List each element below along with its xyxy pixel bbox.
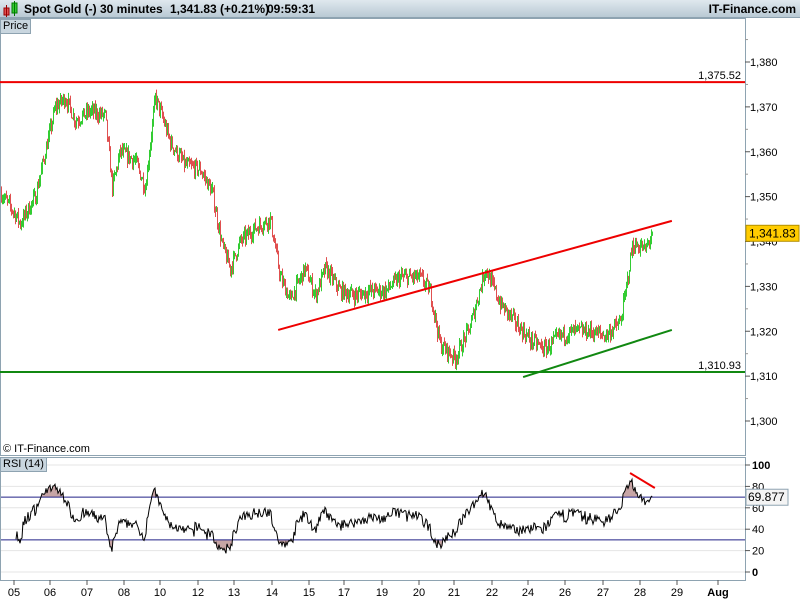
x-tick-label: 19 [376, 587, 388, 599]
rsi-tick-label: 100 [752, 460, 770, 472]
x-tick-label: 29 [671, 587, 683, 599]
chart-canvas[interactable]: 1,3001,3101,3201,3301,3401,3501,3601,370… [0, 0, 800, 600]
price-tick-label: 1,300 [750, 416, 778, 428]
level-label: 1,375.52 [698, 70, 741, 82]
price-tick-label: 1,370 [750, 102, 778, 114]
x-tick-label: 20 [413, 587, 425, 599]
price-tick-label: 1,380 [750, 57, 778, 69]
x-tick-label: 21 [448, 587, 460, 599]
rsi-trendline [629, 472, 656, 489]
x-tick-label: Aug [707, 587, 728, 599]
x-tick-label: 22 [486, 587, 498, 599]
price-tick-label: 1,330 [750, 281, 778, 293]
x-tick-label: 05 [8, 587, 20, 599]
level-label: 1,310.93 [698, 360, 741, 372]
rsi-panel-label: RSI (14) [0, 457, 47, 472]
x-tick-label: 28 [634, 587, 646, 599]
x-tick-label: 08 [118, 587, 130, 599]
price-tick-label: 1,350 [750, 192, 778, 204]
x-tick-label: 06 [44, 587, 56, 599]
candles [1, 89, 653, 371]
price-panel-label: Price [0, 19, 32, 34]
price-tick-label: 1,320 [750, 326, 778, 338]
x-tick-label: 26 [559, 587, 571, 599]
rsi-tick-label: 0 [752, 567, 758, 579]
x-tick-label: 15 [303, 587, 315, 599]
x-tick-label: 10 [154, 587, 166, 599]
x-tick-label: 12 [192, 587, 204, 599]
x-tick-label: 13 [228, 587, 240, 599]
copyright: © IT-Finance.com [3, 443, 90, 455]
price-tick-label: 1,360 [750, 147, 778, 159]
price-tick-label: 1,310 [750, 371, 778, 383]
rsi-tick-label: 20 [752, 546, 764, 558]
last-price-value: 1,341.83 [749, 226, 796, 240]
x-tick-label: 07 [81, 587, 93, 599]
price-panel-frame [0, 18, 746, 456]
x-tick-label: 27 [597, 587, 609, 599]
last-rsi-value: 69.877 [748, 490, 785, 504]
x-tick-label: 17 [338, 587, 350, 599]
rsi-tick-label: 40 [752, 524, 764, 536]
x-tick-label: 14 [266, 587, 278, 599]
x-tick-label: 24 [522, 587, 534, 599]
